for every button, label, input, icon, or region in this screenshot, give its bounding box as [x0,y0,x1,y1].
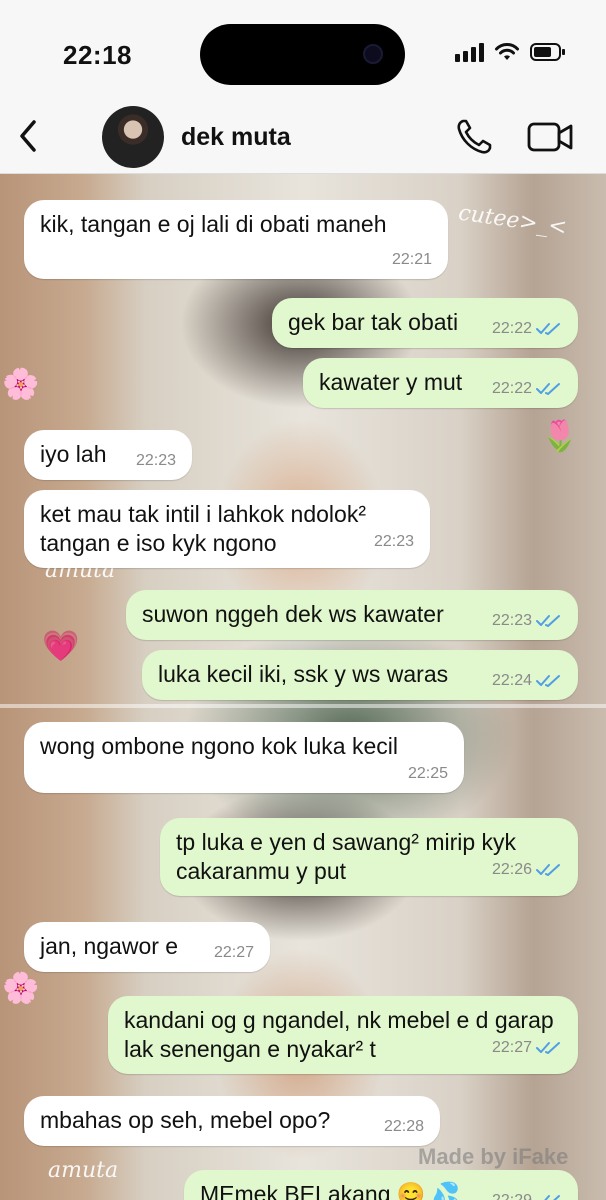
message-text: luka kecil iki, ssk y ws waras [158,661,449,687]
video-call-icon[interactable] [527,120,573,154]
message-bubble-incoming[interactable]: kik, tangan e oj lali di obati maneh 22:… [24,200,448,279]
camera-icon [363,44,383,64]
message-text: jan, ngawor e [40,933,179,959]
message-meta: 22:27 [214,944,254,962]
read-receipt-icon [536,615,560,627]
message-time: 22:23 [373,533,414,550]
message-text: suwon nggeh dek ws kawater [142,601,444,627]
heart-sticker-icon: 💗 [42,630,80,663]
message-time: 22:22 [491,320,532,337]
status-time: 22:18 [63,40,132,70]
message-meta: 22:23 [374,533,414,551]
message-meta: 22:23 [492,612,562,630]
wallpaper-divider [0,704,606,708]
status-icons [455,42,566,62]
cellular-signal-icon [455,42,484,62]
message-bubble-outgoing[interactable]: kandani og g ngandel, nk mebel e d garap… [108,996,578,1074]
message-meta: 22:23 [136,452,176,470]
message-meta: 22:27 [492,1039,562,1057]
read-receipt-icon [536,864,560,876]
chat-header: dek muta [0,100,606,174]
message-meta: 22:25 [408,765,448,783]
wifi-icon [495,43,519,60]
wallpaper-text-amuta-bottom: amuta [48,1158,119,1183]
back-chevron-icon[interactable] [14,118,44,154]
message-text: iyo lah [40,441,107,467]
message-time: 22:24 [491,672,532,689]
message-text: tp luka e yen d sawang² mirip kyk cakara… [176,829,523,884]
status-bar: 22:18 [0,0,606,100]
message-bubble-incoming[interactable]: mbahas op seh, mebel opo? 22:28 [24,1096,440,1146]
message-time: 22:21 [391,251,432,268]
message-meta: 22:24 [492,672,562,690]
message-meta: 22:28 [384,1118,424,1136]
wallpaper-text-cutee: cutee>_< [456,200,569,241]
message-time: 22:27 [213,944,254,961]
dynamic-island [200,24,405,85]
phone-call-icon[interactable] [455,118,493,156]
message-text: gek bar tak obati [288,309,459,335]
message-time: 22:29 [492,1192,532,1200]
message-text: ket mau tak intil i lahkok ndolok² tanga… [40,501,373,556]
message-text: wong ombone ngono kok luka kecil [40,733,399,759]
message-bubble-outgoing[interactable]: suwon nggeh dek ws kawater 22:23 [126,590,578,640]
read-receipt-icon [536,323,560,335]
message-time: 22:27 [491,1039,532,1056]
message-text: kik, tangan e oj lali di obati maneh [40,211,387,237]
message-bubble-incoming[interactable]: iyo lah 22:23 [24,430,192,480]
tulip-sticker-icon: 🌷 [541,420,579,453]
message-time: 22:28 [383,1118,424,1135]
message-time: 22:23 [135,452,176,469]
message-bubble-outgoing[interactable]: gek bar tak obati 22:22 [272,298,578,348]
flower-sticker-icon-2: 🌸 [2,972,40,1005]
watermark: Made by iFake [418,1144,569,1169]
read-receipt-icon [536,383,560,395]
message-bubble-incoming[interactable]: jan, ngawor e 22:27 [24,922,270,972]
message-meta: 22:29 [492,1192,562,1200]
message-bubble-outgoing[interactable]: tp luka e yen d sawang² mirip kyk cakara… [160,818,578,896]
message-time: 22:26 [491,861,532,878]
message-text: kawater y mut [319,369,463,395]
message-time: 22:25 [407,765,448,782]
message-text: MEmek BELakang 😊 💦 [200,1181,461,1200]
message-time: 22:23 [491,612,532,629]
message-meta: 22:21 [392,251,432,269]
message-bubble-incoming[interactable]: wong ombone ngono kok luka kecil 22:25 [24,722,464,793]
message-bubble-outgoing[interactable]: luka kecil iki, ssk y ws waras 22:24 [142,650,578,700]
message-meta: 22:26 [492,861,562,879]
battery-icon [530,43,565,61]
message-bubble-outgoing[interactable]: kawater y mut 22:22 [303,358,578,408]
contact-avatar[interactable] [102,106,164,168]
read-receipt-icon [537,1195,560,1200]
message-meta: 22:22 [492,320,562,338]
read-receipt-icon [536,1042,560,1054]
contact-name[interactable]: dek muta [181,123,291,152]
message-bubble-outgoing[interactable]: MEmek BELakang 😊 💦 22:29 [184,1170,578,1200]
message-meta: 22:22 [492,380,562,398]
message-bubble-incoming[interactable]: ket mau tak intil i lahkok ndolok² tanga… [24,490,430,568]
flower-sticker-icon: 🌸 [2,368,40,401]
message-text: mbahas op seh, mebel opo? [40,1107,331,1133]
message-time: 22:22 [491,380,532,397]
read-receipt-icon [536,675,560,687]
